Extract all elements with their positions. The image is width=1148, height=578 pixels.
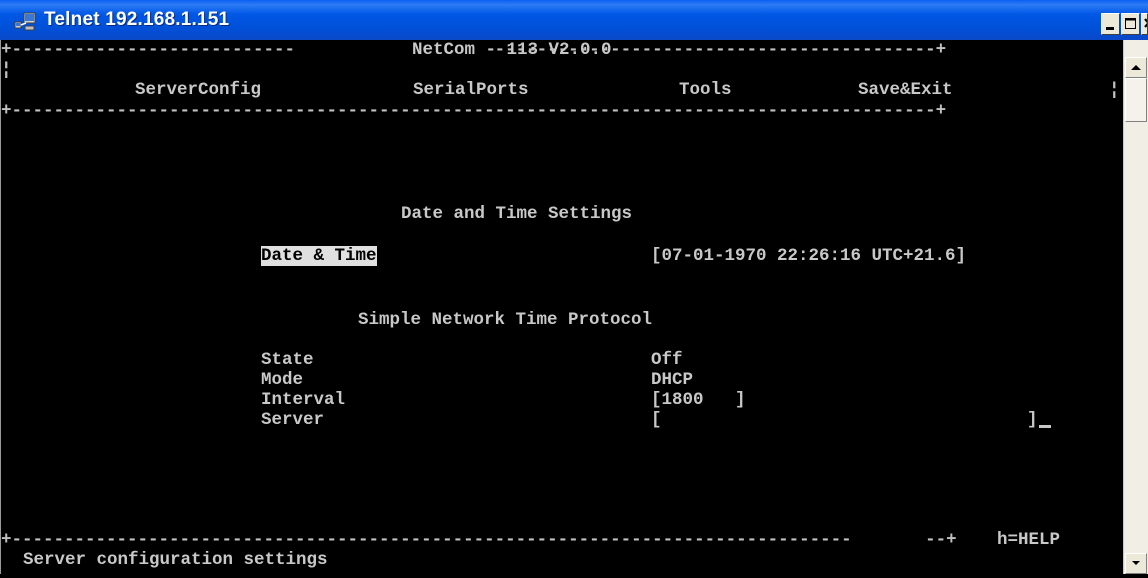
section-heading: Date and Time Settings: [401, 204, 633, 224]
server-label: Server: [261, 410, 325, 430]
server-value-open[interactable]: [: [651, 410, 662, 430]
menu-frame-bottom: +---------------------------------------…: [1, 101, 947, 121]
menu-item-tools[interactable]: Tools: [679, 80, 732, 100]
scroll-up-button[interactable]: [1125, 57, 1147, 78]
interval-value[interactable]: [1800 ]: [651, 390, 746, 410]
vertical-scrollbar[interactable]: [1123, 40, 1148, 574]
footer-frame: +---------------------------------------…: [1, 530, 957, 550]
date-time-label[interactable]: Date & Time: [261, 246, 377, 266]
help-hint: h=HELP: [997, 530, 1061, 550]
arrow-down-icon: [1132, 561, 1140, 565]
sntp-heading: Simple Network Time Protocol: [358, 310, 653, 330]
menu-title: NetCom - 113 V2.0.0: [412, 40, 612, 60]
maximize-button[interactable]: [1121, 13, 1140, 35]
text-cursor: [1039, 410, 1051, 430]
minimize-icon: [1106, 27, 1114, 30]
interval-label: Interval: [261, 390, 346, 410]
mode-value[interactable]: DHCP: [651, 370, 693, 390]
menu-frame-right: ¦: [1109, 80, 1120, 100]
menu-item-save-exit[interactable]: Save&Exit: [858, 80, 953, 100]
telnet-app-icon: [14, 12, 36, 31]
window-title: Telnet 192.168.1.151: [44, 9, 230, 30]
menu-item-serverconfig[interactable]: ServerConfig: [135, 80, 261, 100]
terminal-screen[interactable]: +--------------------------- -----------…: [0, 40, 1123, 574]
arrow-up-icon: [1131, 65, 1141, 70]
close-button[interactable]: [1141, 13, 1148, 35]
state-value[interactable]: Off: [651, 350, 683, 370]
scroll-down-button[interactable]: [1125, 553, 1147, 574]
menu-frame-left: ¦: [1, 60, 12, 80]
status-line: Server configuration settings: [23, 550, 328, 570]
scroll-thumb[interactable]: [1125, 78, 1147, 122]
server-value-close[interactable]: ]: [1027, 410, 1038, 430]
window-titlebar[interactable]: Telnet 192.168.1.151: [0, 0, 1148, 40]
maximize-icon: [1125, 18, 1136, 29]
date-time-value[interactable]: [07-01-1970 22:26:16 UTC+21.6]: [651, 246, 966, 266]
menu-item-serialports[interactable]: SerialPorts: [413, 80, 529, 100]
state-label: State: [261, 350, 314, 370]
minimize-button[interactable]: [1101, 13, 1120, 35]
close-icon: [1144, 18, 1147, 28]
mode-label: Mode: [261, 370, 304, 390]
